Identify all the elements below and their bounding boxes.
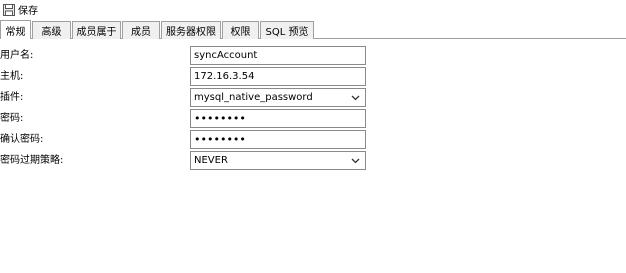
- save-button[interactable]: 保存: [0, 1, 41, 18]
- username-label: 用户名:: [0, 50, 34, 61]
- tab-sql-preview[interactable]: SQL 预览: [260, 21, 314, 39]
- toolbar: 保存: [0, 0, 626, 19]
- tab-sql-preview-label: SQL 预览: [265, 27, 309, 38]
- chevron-down-icon: [351, 158, 360, 163]
- password-expire-select[interactable]: NEVER: [190, 151, 366, 170]
- save-label: 保存: [18, 6, 38, 17]
- password-expire-label: 密码过期策略:: [0, 155, 64, 166]
- tab-advanced[interactable]: 高级: [32, 21, 71, 39]
- tab-members[interactable]: 成员: [122, 21, 160, 39]
- tab-general-label: 常规: [5, 26, 26, 38]
- tab-member-of-label: 成员属于: [76, 27, 117, 38]
- confirm-password-field[interactable]: ••••••••: [190, 130, 366, 149]
- host-field[interactable]: 172.16.3.54: [190, 67, 366, 86]
- plugin-select-value: mysql_native_password: [194, 92, 313, 103]
- chevron-down-icon: [351, 95, 360, 100]
- password-label: 密码:: [0, 113, 24, 124]
- tab-members-label: 成员: [131, 27, 151, 38]
- tab-privileges-label: 权限: [230, 27, 251, 38]
- plugin-select[interactable]: mysql_native_password: [190, 88, 366, 107]
- host-label: 主机:: [0, 71, 24, 82]
- tab-advanced-label: 高级: [41, 27, 62, 38]
- password-field[interactable]: ••••••••: [190, 109, 366, 128]
- username-field[interactable]: syncAccount: [190, 46, 366, 65]
- tab-general[interactable]: 常规: [0, 20, 31, 40]
- tab-member-of[interactable]: 成员属于: [72, 21, 121, 39]
- save-icon: [3, 3, 15, 16]
- tab-server-privileges-label: 服务器权限: [166, 27, 216, 38]
- tab-server-privileges[interactable]: 服务器权限: [161, 21, 221, 39]
- tab-privileges[interactable]: 权限: [222, 21, 259, 39]
- confirm-password-label: 确认密码:: [0, 134, 44, 145]
- password-expire-value: NEVER: [194, 155, 228, 166]
- plugin-label: 插件:: [0, 92, 24, 103]
